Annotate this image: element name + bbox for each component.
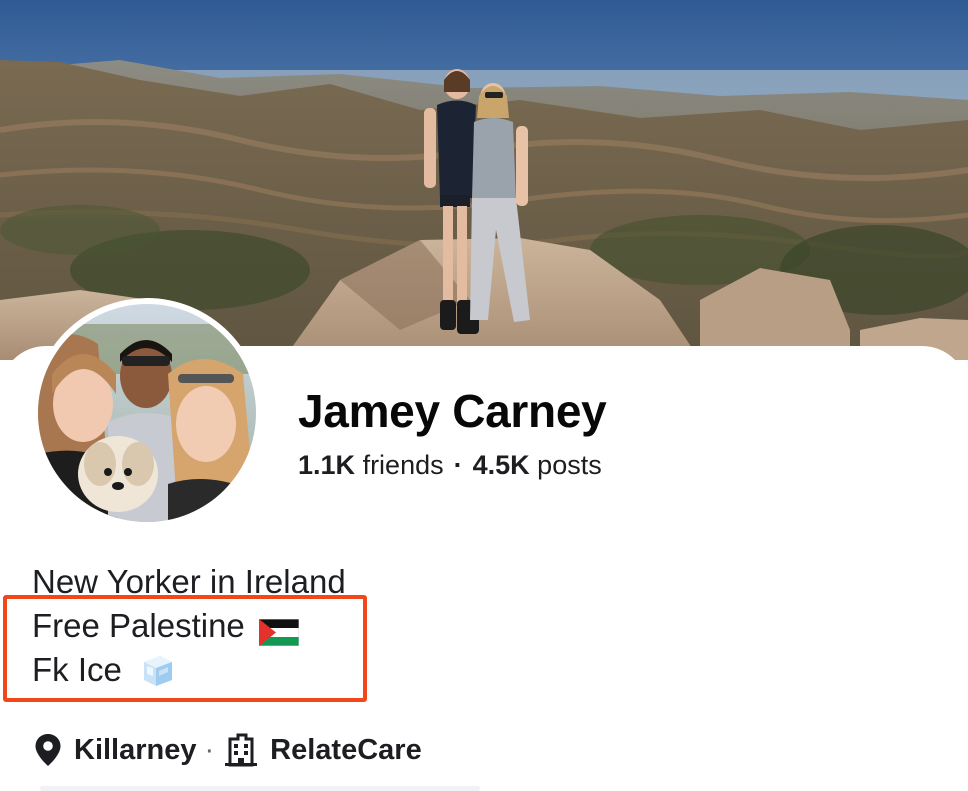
location-pin-icon [34,733,62,767]
posts-count[interactable]: 4.5K [473,450,530,480]
building-icon [224,733,258,767]
profile-stats: 1.1K friends · 4.5K posts [298,450,602,481]
workplace-text[interactable]: RelateCare [270,734,422,767]
profile-name: Jamey Carney [298,385,607,437]
friends-count[interactable]: 1.1K [298,450,355,480]
profile-meta-row: Killarney · RelateCare [34,728,422,772]
highlight-box [3,595,367,702]
profile-avatar[interactable] [32,298,262,528]
friends-label[interactable]: friends [363,450,444,480]
profile-page: Jamey Carney 1.1K friends · 4.5K posts New… [0,0,968,791]
meta-separator: · [204,733,215,766]
next-section-edge [40,786,480,791]
location-text[interactable]: Killarney [74,734,197,767]
stats-separator: · [453,450,463,480]
posts-label[interactable]: posts [537,450,602,480]
